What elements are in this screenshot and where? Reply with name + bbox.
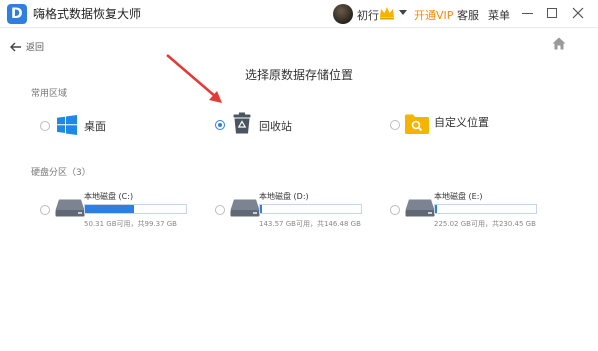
custom-location-label[interactable]: 自定义位置 [434, 114, 489, 130]
page-title: 选择原数据存储位置 [244, 68, 353, 82]
title-bar: D 嗨格式数据恢复大师 初行 开通VIP 客服 菜单 [0, 0, 598, 28]
radio-disk-c[interactable] [40, 205, 50, 215]
disk-c-usage-fill [85, 205, 135, 213]
disk-d-info: 143.57 GB可用，共146.48 GB [259, 220, 361, 228]
disk-c-info: 50.31 GB可用，共99.37 GB [84, 220, 177, 228]
home-icon[interactable] [552, 37, 566, 50]
disk-d-usage-fill [260, 205, 263, 213]
windows-logo-icon [57, 115, 77, 135]
disk-e-name[interactable]: 本地磁盘 (E:) [434, 191, 483, 202]
radio-disk-d[interactable] [215, 205, 225, 215]
common-area-label: 常用区域 [31, 89, 68, 99]
disk-partitions-label: 硬盘分区（3） [31, 168, 91, 178]
recycle-bin-label[interactable]: 回收站 [259, 118, 292, 134]
crown-icon [380, 7, 394, 20]
disk-e-info: 225.02 GB可用，共230.45 GB [434, 220, 536, 228]
recycle-bin-icon [233, 112, 251, 134]
disk-e-usage-fill [435, 205, 438, 213]
radio-custom-location[interactable] [390, 120, 400, 130]
radio-recycle-bin[interactable] [215, 120, 225, 130]
username[interactable]: 初行 [357, 7, 379, 23]
radio-disk-e[interactable] [390, 205, 400, 215]
close-icon[interactable] [571, 6, 585, 20]
disk-e-usage-bar [434, 204, 537, 214]
folder-search-icon [405, 114, 429, 134]
avatar[interactable] [333, 4, 353, 24]
back-arrow-icon [10, 42, 21, 51]
disk-c-name[interactable]: 本地磁盘 (C:) [84, 191, 133, 202]
user-dropdown-icon[interactable] [399, 10, 407, 15]
disk-c-usage-bar [84, 204, 187, 214]
hard-disk-icon [230, 199, 260, 217]
app-title: 嗨格式数据恢复大师 [33, 7, 142, 21]
customer-service-button[interactable]: 客服 [457, 7, 479, 23]
back-button[interactable]: 返回 [10, 40, 44, 53]
app-logo-icon: D [7, 4, 27, 24]
menu-button[interactable]: 菜单 [488, 7, 510, 23]
maximize-icon[interactable] [547, 8, 557, 18]
hard-disk-icon [55, 199, 85, 217]
hard-disk-icon [405, 199, 435, 217]
vip-button[interactable]: 开通VIP [414, 7, 453, 23]
disk-d-name[interactable]: 本地磁盘 (D:) [259, 191, 309, 202]
radio-desktop[interactable] [40, 121, 50, 131]
desktop-label[interactable]: 桌面 [84, 118, 106, 134]
disk-d-usage-bar [259, 204, 362, 214]
minimize-icon[interactable] [522, 13, 533, 14]
back-label: 返回 [26, 43, 45, 53]
